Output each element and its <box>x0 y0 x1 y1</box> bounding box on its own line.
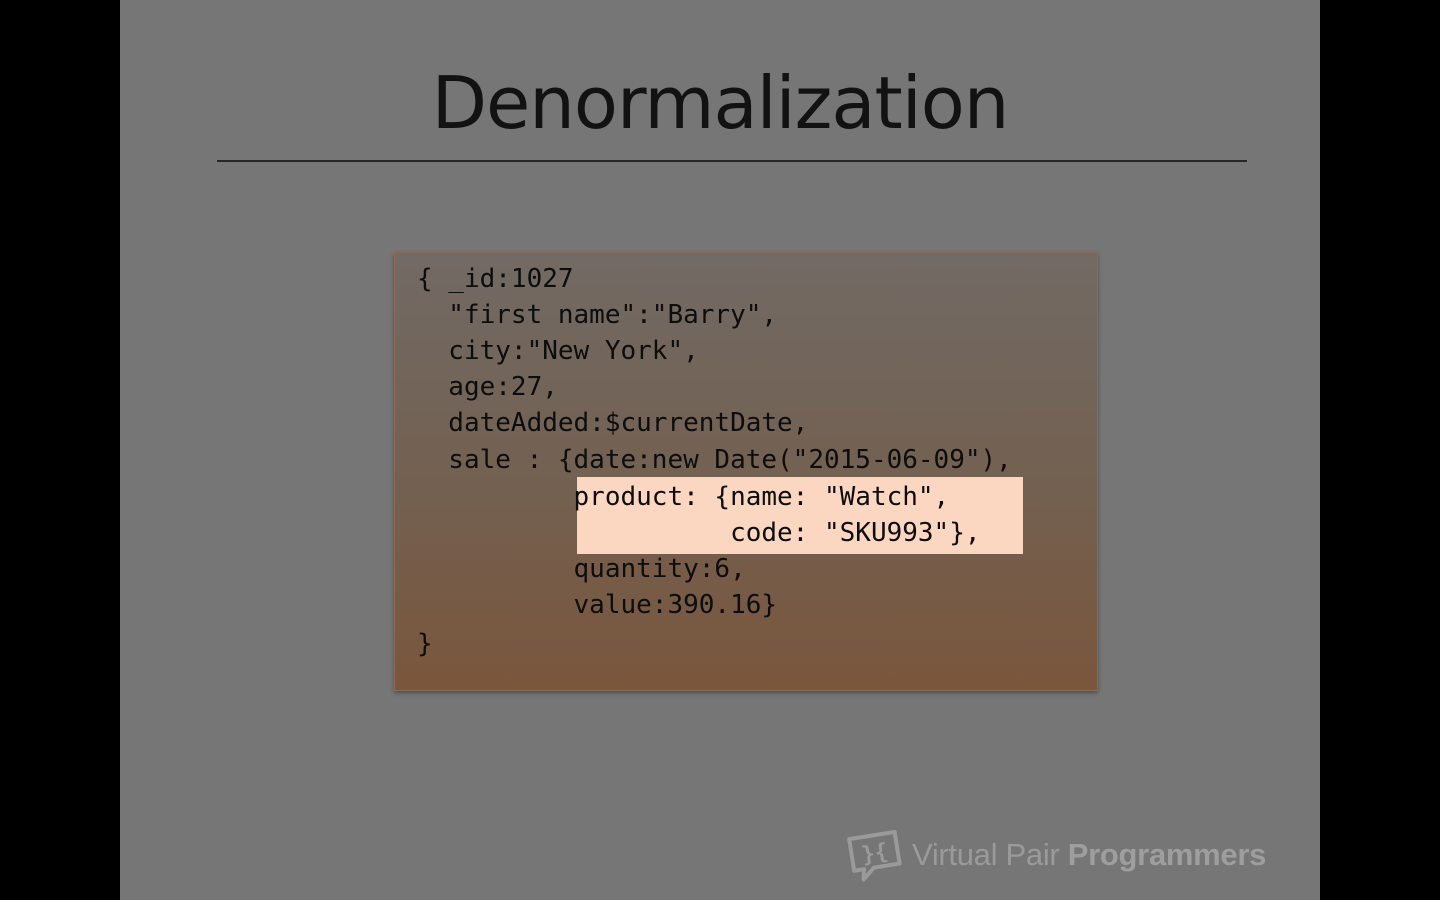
code-line-9: quantity:6, <box>417 554 746 584</box>
slide-title: Denormalization <box>431 61 1010 145</box>
code-line-5: dateAdded:$currentDate, <box>417 408 809 438</box>
title-divider <box>217 160 1247 162</box>
brand-logo: }{ Virtual Pair Programmers <box>846 827 1266 883</box>
brand-name-bold: Programmers <box>1067 837 1267 872</box>
brand-name: Virtual Pair Programmers <box>912 837 1266 873</box>
brand-name-light: Virtual Pair <box>912 837 1068 872</box>
code-block: { _id:1027 "first name":"Barry", city:"N… <box>394 252 1098 691</box>
speech-bubble-braces-icon: }{ <box>847 829 902 882</box>
code-line-3: city:"New York", <box>417 336 699 366</box>
code-line-8: code: "SKU993"}, <box>417 518 981 548</box>
code-line-1: { _id:1027 <box>417 264 574 294</box>
code-line-2: "first name":"Barry", <box>417 300 778 330</box>
svg-text:}{: }{ <box>860 839 890 868</box>
code-line-11: } <box>417 629 433 659</box>
code-line-6: sale : {date:new Date("2015-06-09"), <box>417 445 1012 475</box>
code-line-4: age:27, <box>417 372 558 402</box>
code-line-7: product: {name: "Watch", <box>417 482 950 512</box>
presentation-slide: Denormalization { _id:1027 "first name":… <box>120 0 1320 900</box>
code-line-10: value:390.16} <box>417 590 778 620</box>
